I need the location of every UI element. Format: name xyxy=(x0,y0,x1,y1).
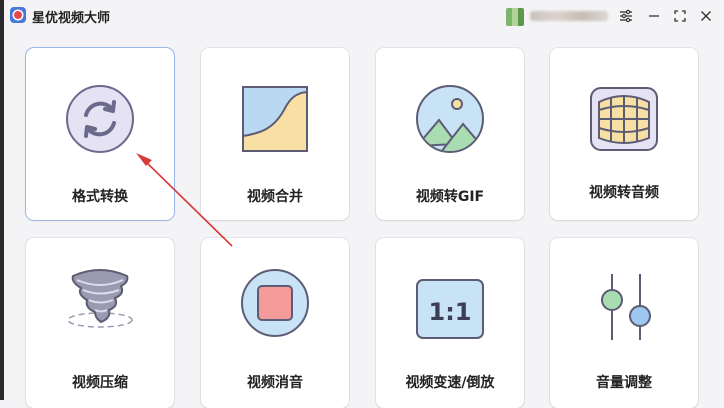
tool-label-video-to-audio: 视频转音频 xyxy=(589,185,659,201)
tool-card-video-compress[interactable]: 视频压缩 xyxy=(26,238,174,408)
fullscreen-icon xyxy=(674,10,686,22)
close-icon xyxy=(701,11,711,21)
tool-card-video-merge[interactable]: 视频合并 xyxy=(201,48,349,220)
gif-icon xyxy=(416,85,484,153)
close-button[interactable] xyxy=(696,7,716,25)
tool-label-video-speed-reverse: 视频变速/倒放 xyxy=(405,375,495,391)
avatar[interactable] xyxy=(506,8,524,26)
fullscreen-button[interactable] xyxy=(670,7,690,25)
settings-icon xyxy=(620,9,632,23)
tool-label-video-to-gif: 视频转GIF xyxy=(415,189,485,205)
tool-card-volume-adjust[interactable]: 音量调整 xyxy=(550,238,698,408)
speed-ratio-text: 1:1 xyxy=(429,298,472,326)
app-logo-icon xyxy=(10,7,26,23)
account-name-redacted xyxy=(530,11,608,21)
settings-button[interactable] xyxy=(616,7,636,25)
app-title: 星优视频大师 xyxy=(32,11,111,26)
tool-card-format-convert[interactable]: 格式转换 xyxy=(26,48,174,220)
app-window: 星优视频大师 格式转换 视频合并 视频转GIF 视频转音频 视频压缩 视频消音 … xyxy=(4,0,724,408)
tool-label-volume-adjust: 音量调整 xyxy=(596,375,652,391)
merge-icon xyxy=(242,86,308,152)
compress-icon xyxy=(67,269,133,328)
minimize-icon xyxy=(649,15,659,17)
speed-icon: 1:1 xyxy=(416,279,484,339)
mute-icon xyxy=(241,269,309,337)
minimize-button[interactable] xyxy=(644,7,664,25)
tool-label-video-merge: 视频合并 xyxy=(247,189,303,205)
volume-slider-icon xyxy=(601,274,651,340)
tool-card-video-to-gif[interactable]: 视频转GIF xyxy=(376,48,524,220)
tool-card-video-speed-reverse[interactable]: 1:1 视频变速/倒放 xyxy=(376,238,524,408)
audio-icon xyxy=(590,87,658,151)
tool-label-format-convert: 格式转换 xyxy=(72,189,128,205)
tool-label-video-compress: 视频压缩 xyxy=(72,375,128,391)
title-bar: 星优视频大师 xyxy=(4,0,724,32)
tool-card-video-mute[interactable]: 视频消音 xyxy=(201,238,349,408)
convert-icon xyxy=(66,85,134,153)
tool-label-video-mute: 视频消音 xyxy=(247,375,303,391)
tool-card-video-to-audio[interactable]: 视频转音频 xyxy=(550,48,698,220)
